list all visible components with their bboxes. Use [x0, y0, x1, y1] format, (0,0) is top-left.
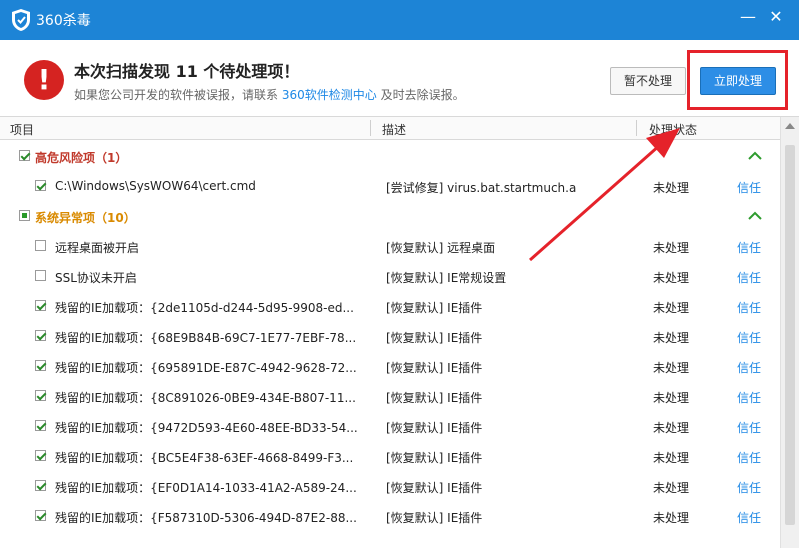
row-desc: [恢复默认] IE插件 — [386, 391, 483, 405]
title-bar: 360杀毒 — ✕ — [0, 0, 799, 40]
row-status: 未处理 — [653, 301, 690, 315]
row-status: 未处理 — [653, 181, 690, 195]
alert-icon: ! — [24, 60, 64, 100]
row-name: SSL协议未开启 — [55, 271, 137, 285]
trust-link[interactable]: 信任 — [737, 239, 761, 256]
column-status[interactable]: 处理状态 — [649, 121, 697, 138]
scrollbar-thumb[interactable] — [785, 145, 795, 525]
row-desc: [恢复默认] IE插件 — [386, 451, 483, 465]
trust-link[interactable]: 信任 — [737, 509, 761, 526]
row-checkbox[interactable] — [35, 420, 46, 431]
row-name: 残留的IE加载项：{8C891026-0BE9-434E-B807-11... — [55, 391, 356, 405]
column-desc[interactable]: 描述 — [382, 121, 406, 138]
row-desc: [恢复默认] IE插件 — [386, 481, 483, 495]
row-name: 残留的IE加载项：{2de1105d-d244-5d95-9908-ed... — [55, 301, 354, 315]
row-checkbox[interactable] — [35, 390, 46, 401]
row-status: 未处理 — [653, 331, 690, 345]
row-name: 残留的IE加载项：{BC5E4F38-63EF-4668-8499-F3... — [55, 451, 354, 465]
scan-headline: 本次扫描发现 11 个待处理项！ — [74, 62, 300, 81]
trust-link[interactable]: 信任 — [737, 269, 761, 286]
row-desc: [恢复默认] IE插件 — [386, 331, 483, 345]
subline-suffix: 及时去除误报。 — [380, 88, 465, 102]
table-row[interactable]: 残留的IE加载项：{8C891026-0BE9-434E-B807-11... … — [0, 381, 780, 411]
scroll-up-icon[interactable] — [785, 123, 795, 129]
trust-link[interactable]: 信任 — [737, 299, 761, 316]
row-status: 未处理 — [653, 451, 690, 465]
table-row[interactable]: 残留的IE加载项：{EF0D1A14-1033-41A2-A589-24... … — [0, 471, 780, 501]
table-row[interactable]: 残留的IE加载项：{9472D593-4E60-48EE-BD33-54... … — [0, 411, 780, 441]
trust-link[interactable]: 信任 — [737, 359, 761, 376]
row-checkbox[interactable] — [35, 180, 46, 191]
row-checkbox[interactable] — [35, 510, 46, 521]
row-status: 未处理 — [653, 241, 690, 255]
trust-link[interactable]: 信任 — [737, 179, 761, 196]
table-row[interactable]: 残留的IE加载项：{695891DE-E87C-4942-9628-72... … — [0, 351, 780, 381]
group-header-high-risk[interactable]: 高危风险项（1） — [0, 141, 780, 171]
table-row[interactable]: C:\Windows\SysWOW64\cert.cmd [尝试修复] viru… — [0, 171, 780, 201]
detection-center-link[interactable]: 360软件检测中心 — [282, 88, 377, 102]
row-name: 残留的IE加载项：{68E9B84B-69C7-1E77-7EBF-78... — [55, 331, 357, 345]
row-checkbox[interactable] — [35, 330, 46, 341]
row-status: 未处理 — [653, 361, 690, 375]
row-status: 未处理 — [653, 391, 690, 405]
table-row[interactable]: 残留的IE加载项：{68E9B84B-69C7-1E77-7EBF-78... … — [0, 321, 780, 351]
row-status: 未处理 — [653, 421, 690, 435]
row-name: C:\Windows\SysWOW64\cert.cmd — [55, 179, 256, 193]
scan-subline: 如果您公司开发的软件被误报，请联系 360软件检测中心 及时去除误报。 — [74, 86, 465, 103]
trust-link[interactable]: 信任 — [737, 329, 761, 346]
close-button[interactable]: ✕ — [764, 6, 788, 28]
table-row[interactable]: 远程桌面被开启 [恢复默认] 远程桌面 未处理 信任 — [0, 231, 780, 261]
subline-prefix: 如果您公司开发的软件被误报，请联系 — [74, 88, 279, 102]
row-name: 残留的IE加载项：{695891DE-E87C-4942-9628-72... — [55, 361, 357, 375]
table-row[interactable]: 残留的IE加载项：{2de1105d-d244-5d95-9908-ed... … — [0, 291, 780, 321]
table-row[interactable]: 残留的IE加载项：{F587310D-5306-494D-87E2-88... … — [0, 501, 780, 531]
trust-link[interactable]: 信任 — [737, 389, 761, 406]
row-checkbox[interactable] — [35, 270, 46, 281]
row-desc: [恢复默认] IE常规设置 — [386, 271, 507, 285]
chevron-up-icon[interactable] — [748, 149, 762, 163]
row-name: 残留的IE加载项：{9472D593-4E60-48EE-BD33-54... — [55, 421, 358, 435]
trust-link[interactable]: 信任 — [737, 419, 761, 436]
row-name: 残留的IE加载项：{EF0D1A14-1033-41A2-A589-24... — [55, 481, 357, 495]
row-desc: [恢复默认] IE插件 — [386, 361, 483, 375]
scrollbar[interactable] — [780, 117, 799, 548]
row-status: 未处理 — [653, 481, 690, 495]
trust-link[interactable]: 信任 — [737, 479, 761, 496]
chevron-up-icon[interactable] — [748, 209, 762, 223]
row-desc: [恢复默认] IE插件 — [386, 511, 483, 525]
row-desc: [恢复默认] IE插件 — [386, 301, 483, 315]
row-name: 远程桌面被开启 — [55, 241, 140, 255]
row-checkbox[interactable] — [35, 360, 46, 371]
shield-logo-icon — [12, 9, 30, 31]
row-desc: [恢复默认] 远程桌面 — [386, 241, 496, 255]
ignore-button[interactable]: 暂不处理 — [610, 67, 686, 95]
table-row[interactable]: 残留的IE加载项：{BC5E4F38-63EF-4668-8499-F3... … — [0, 441, 780, 471]
group-checkbox[interactable] — [19, 150, 30, 161]
row-status: 未处理 — [653, 271, 690, 285]
row-checkbox[interactable] — [35, 480, 46, 491]
row-status: 未处理 — [653, 511, 690, 525]
group-checkbox[interactable] — [19, 210, 30, 221]
group-title: 系统异常项（10） — [35, 211, 136, 225]
row-desc: [恢复默认] IE插件 — [386, 421, 483, 435]
table-header: 项目 描述 处理状态 — [0, 117, 780, 140]
trust-link[interactable]: 信任 — [737, 449, 761, 466]
group-title: 高危风险项（1） — [35, 151, 128, 165]
column-separator — [636, 120, 637, 136]
row-desc: [尝试修复] virus.bat.startmuch.a — [386, 181, 577, 195]
row-checkbox[interactable] — [35, 240, 46, 251]
minimize-button[interactable]: — — [736, 6, 760, 28]
column-item[interactable]: 项目 — [10, 121, 34, 138]
group-header-system-exception[interactable]: 系统异常项（10） — [0, 201, 780, 231]
row-name: 残留的IE加载项：{F587310D-5306-494D-87E2-88... — [55, 511, 357, 525]
highlight-box — [687, 50, 788, 110]
column-separator — [370, 120, 371, 136]
window-title: 360杀毒 — [36, 13, 91, 29]
row-checkbox[interactable] — [35, 450, 46, 461]
row-checkbox[interactable] — [35, 300, 46, 311]
table-row[interactable]: SSL协议未开启 [恢复默认] IE常规设置 未处理 信任 — [0, 261, 780, 291]
